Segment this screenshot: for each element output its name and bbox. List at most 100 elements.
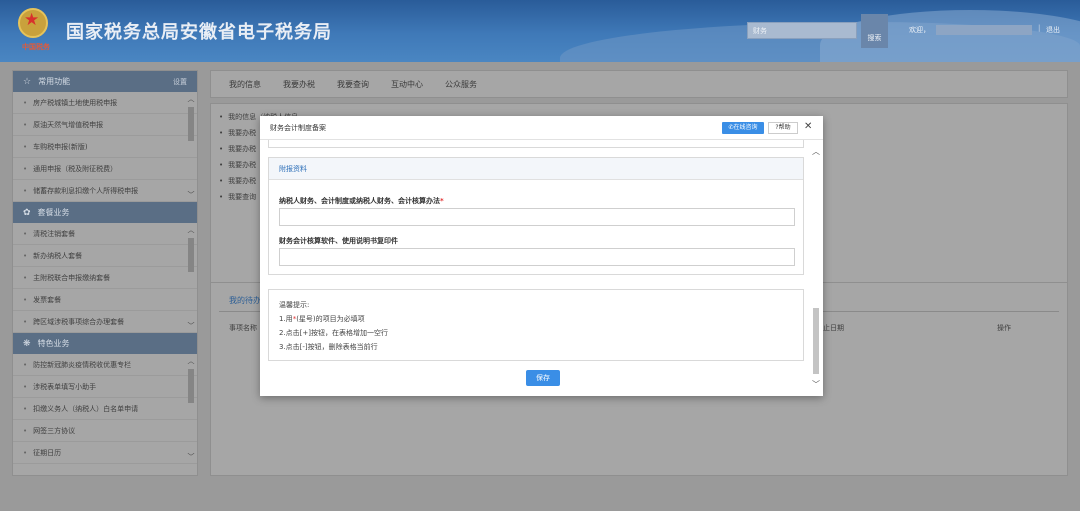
chevron-down-icon[interactable]: ﹀ <box>187 322 195 330</box>
tip-text: 1.用 <box>279 315 293 323</box>
sidebar-scrollbar[interactable]: ︿ ﹀ <box>187 95 195 199</box>
required-mark: * <box>440 197 444 205</box>
sidebar-item[interactable]: • 清税注销套餐 <box>13 223 197 245</box>
scroll-thumb[interactable] <box>188 107 194 141</box>
sidebar-item[interactable]: • 征期日历 <box>13 442 197 464</box>
quick-link-label: 我要办税 <box>228 177 257 185</box>
sidebar-item[interactable]: • 储蓄存款利息扣缴个人所得税申报 <box>13 180 197 202</box>
sidebar-item-label: 扣缴义务人（纳税人）白名单申请 <box>33 404 139 413</box>
header-landscape-peak <box>820 10 1080 62</box>
sidebar-scrollbar[interactable]: ︿ ﹀ <box>187 357 195 461</box>
star-outline-icon: ☆ <box>23 76 32 87</box>
chevron-down-icon[interactable]: ﹀ <box>187 191 195 199</box>
sidebar: ☆ 常用功能 设置 • 房产税城镇土地使用税申报 • 原油天然气增值税申报 • 车购税… <box>12 70 198 476</box>
top-nav: 我的信息 我要办税 我要查询 互动中心 公众服务 <box>210 70 1068 98</box>
tip-line-1: 1.用*(星号)的项目为必填项 <box>279 314 365 324</box>
sidebar-item[interactable]: • 主附税联合申报缴纳套餐 <box>13 267 197 289</box>
header: ★ 中国税务 国家税务总局安徽省电子税务局 财务 搜索 欢迎， | 退出 <box>0 0 1080 62</box>
user-name-redacted <box>936 25 1032 35</box>
modal-scrollbar[interactable]: ︿ ﹀ <box>811 146 821 390</box>
sidebar-section-common[interactable]: ☆ 常用功能 设置 <box>13 71 197 92</box>
chevron-up-icon[interactable]: ︿ <box>187 95 195 103</box>
sidebar-item[interactable]: • 防控新冠肺炎疫情税收优惠专栏 <box>13 354 197 376</box>
help-label: 帮助 <box>778 124 791 131</box>
chevron-up-icon[interactable]: ︿ <box>187 357 195 365</box>
column-header-name: 事项名称 <box>229 324 257 332</box>
quick-link[interactable]: • 我要办税 <box>219 128 256 138</box>
settings-link[interactable]: 设置 <box>173 77 187 87</box>
sidebar-item-label: 主附税联合申报缴纳套餐 <box>33 273 111 282</box>
sidebar-section-package[interactable]: ✿ 套餐业务 <box>13 202 197 223</box>
sidebar-item[interactable]: • 新办纳税人套餐 <box>13 245 197 267</box>
close-icon[interactable]: ✕ <box>804 121 812 132</box>
nav-tab-public[interactable]: 公众服务 <box>445 79 477 90</box>
sidebar-item-label: 跨区域涉税事项综合办理套餐 <box>33 317 125 326</box>
column-header-deadline: 止日期 <box>823 324 844 332</box>
bullet-icon: • <box>23 360 28 369</box>
save-button[interactable]: 保存 <box>526 370 560 386</box>
quick-link[interactable]: • 我要查询 <box>219 192 256 202</box>
field1-input[interactable] <box>279 208 795 226</box>
quick-link-label: 我要办税 <box>228 129 257 137</box>
quick-link-label: 我要查询 <box>228 193 257 201</box>
sidebar-item-label: 清税注销套餐 <box>33 229 76 238</box>
scroll-thumb[interactable] <box>188 369 194 403</box>
sidebar-item[interactable]: • 扣缴义务人（纳税人）白名单申请 <box>13 398 197 420</box>
attachments-section: 附报资料 纳税人财务、会计制度或纳税人财务、会计核算办法* 财务会计核算软件、使… <box>268 157 804 275</box>
section-title: 套餐业务 <box>37 208 70 217</box>
sidebar-item[interactable]: • 涉税表单填写小助手 <box>13 376 197 398</box>
help-button[interactable]: ?帮助 <box>768 122 798 134</box>
sidebar-item[interactable]: • 通用申报（税及附征税费） <box>13 158 197 180</box>
bullet-icon: • <box>23 295 28 304</box>
logo-subtext: 中国税务 <box>22 43 50 51</box>
sidebar-item[interactable]: • 原油天然气增值税申报 <box>13 114 197 136</box>
search-input[interactable]: 财务 <box>747 22 857 39</box>
section-title: 特色业务 <box>37 339 70 348</box>
field1-label: 纳税人财务、会计制度或纳税人财务、会计核算办法* <box>279 196 444 206</box>
scroll-thumb[interactable] <box>188 238 194 272</box>
chevron-up-icon[interactable]: ︿ <box>811 146 821 157</box>
nav-tab-my-info[interactable]: 我的信息 <box>229 79 261 90</box>
tab-my-todo[interactable]: 我的待办 <box>229 295 261 306</box>
sidebar-item[interactable]: • 网签三方协议 <box>13 420 197 442</box>
sidebar-item[interactable]: • 发票套餐 <box>13 289 197 311</box>
grid-icon: ❋ <box>23 338 31 349</box>
online-consult-button[interactable]: ✆在线咨询 <box>722 122 764 134</box>
chevron-down-icon[interactable]: ﹀ <box>187 453 195 461</box>
bullet-icon: • <box>23 382 28 391</box>
chevron-down-icon[interactable]: ﹀ <box>811 379 821 390</box>
field2-input[interactable] <box>279 248 795 266</box>
previous-section-bottom <box>268 140 804 148</box>
sidebar-section-special[interactable]: ❋ 特色业务 <box>13 333 197 354</box>
field2-label: 财务会计核算软件、使用说明书复印件 <box>279 237 398 245</box>
quick-link[interactable]: • 我要办税 <box>219 176 256 186</box>
nav-tab-interaction[interactable]: 互动中心 <box>391 79 423 90</box>
bullet-icon: • <box>23 98 28 107</box>
sidebar-item[interactable]: • 房产税城镇土地使用税申报 <box>13 92 197 114</box>
nav-tab-query[interactable]: 我要查询 <box>337 79 369 90</box>
sidebar-item-label: 征期日历 <box>33 448 62 457</box>
bullet-icon: • <box>219 113 224 121</box>
quick-link[interactable]: • 我要办税 <box>219 144 256 154</box>
bullet-icon: • <box>219 161 224 169</box>
bullet-icon: • <box>219 177 224 185</box>
nav-tab-do-tax[interactable]: 我要办税 <box>283 79 315 90</box>
bullet-icon: • <box>23 251 28 260</box>
bullet-icon: • <box>23 120 28 129</box>
emblem-star-icon: ★ <box>24 10 40 30</box>
modal-body: 附报资料 纳税人财务、会计制度或纳税人财务、会计核算办法* 财务会计核算软件、使… <box>268 140 806 396</box>
chevron-up-icon[interactable]: ︿ <box>187 226 195 234</box>
quick-link-label: 我要办税 <box>228 161 257 169</box>
quick-link[interactable]: • 我要办税 <box>219 160 256 170</box>
column-header-operation: 操作 <box>997 324 1011 332</box>
sidebar-scrollbar[interactable]: ︿ ﹀ <box>187 226 195 330</box>
tip-line-3: 3.点击[-]按钮，删除表格当前行 <box>279 343 378 351</box>
search-button[interactable]: 搜索 <box>861 14 888 48</box>
scroll-thumb[interactable] <box>813 308 819 374</box>
bullet-icon: • <box>219 129 224 137</box>
bullet-icon: • <box>219 145 224 153</box>
sidebar-item[interactable]: • 跨区域涉税事项综合办理套餐 <box>13 311 197 333</box>
sidebar-item[interactable]: • 车购税申报(新版) <box>13 136 197 158</box>
logout-link[interactable]: 退出 <box>1046 25 1060 35</box>
sidebar-item-label: 原油天然气增值税申报 <box>33 120 104 129</box>
